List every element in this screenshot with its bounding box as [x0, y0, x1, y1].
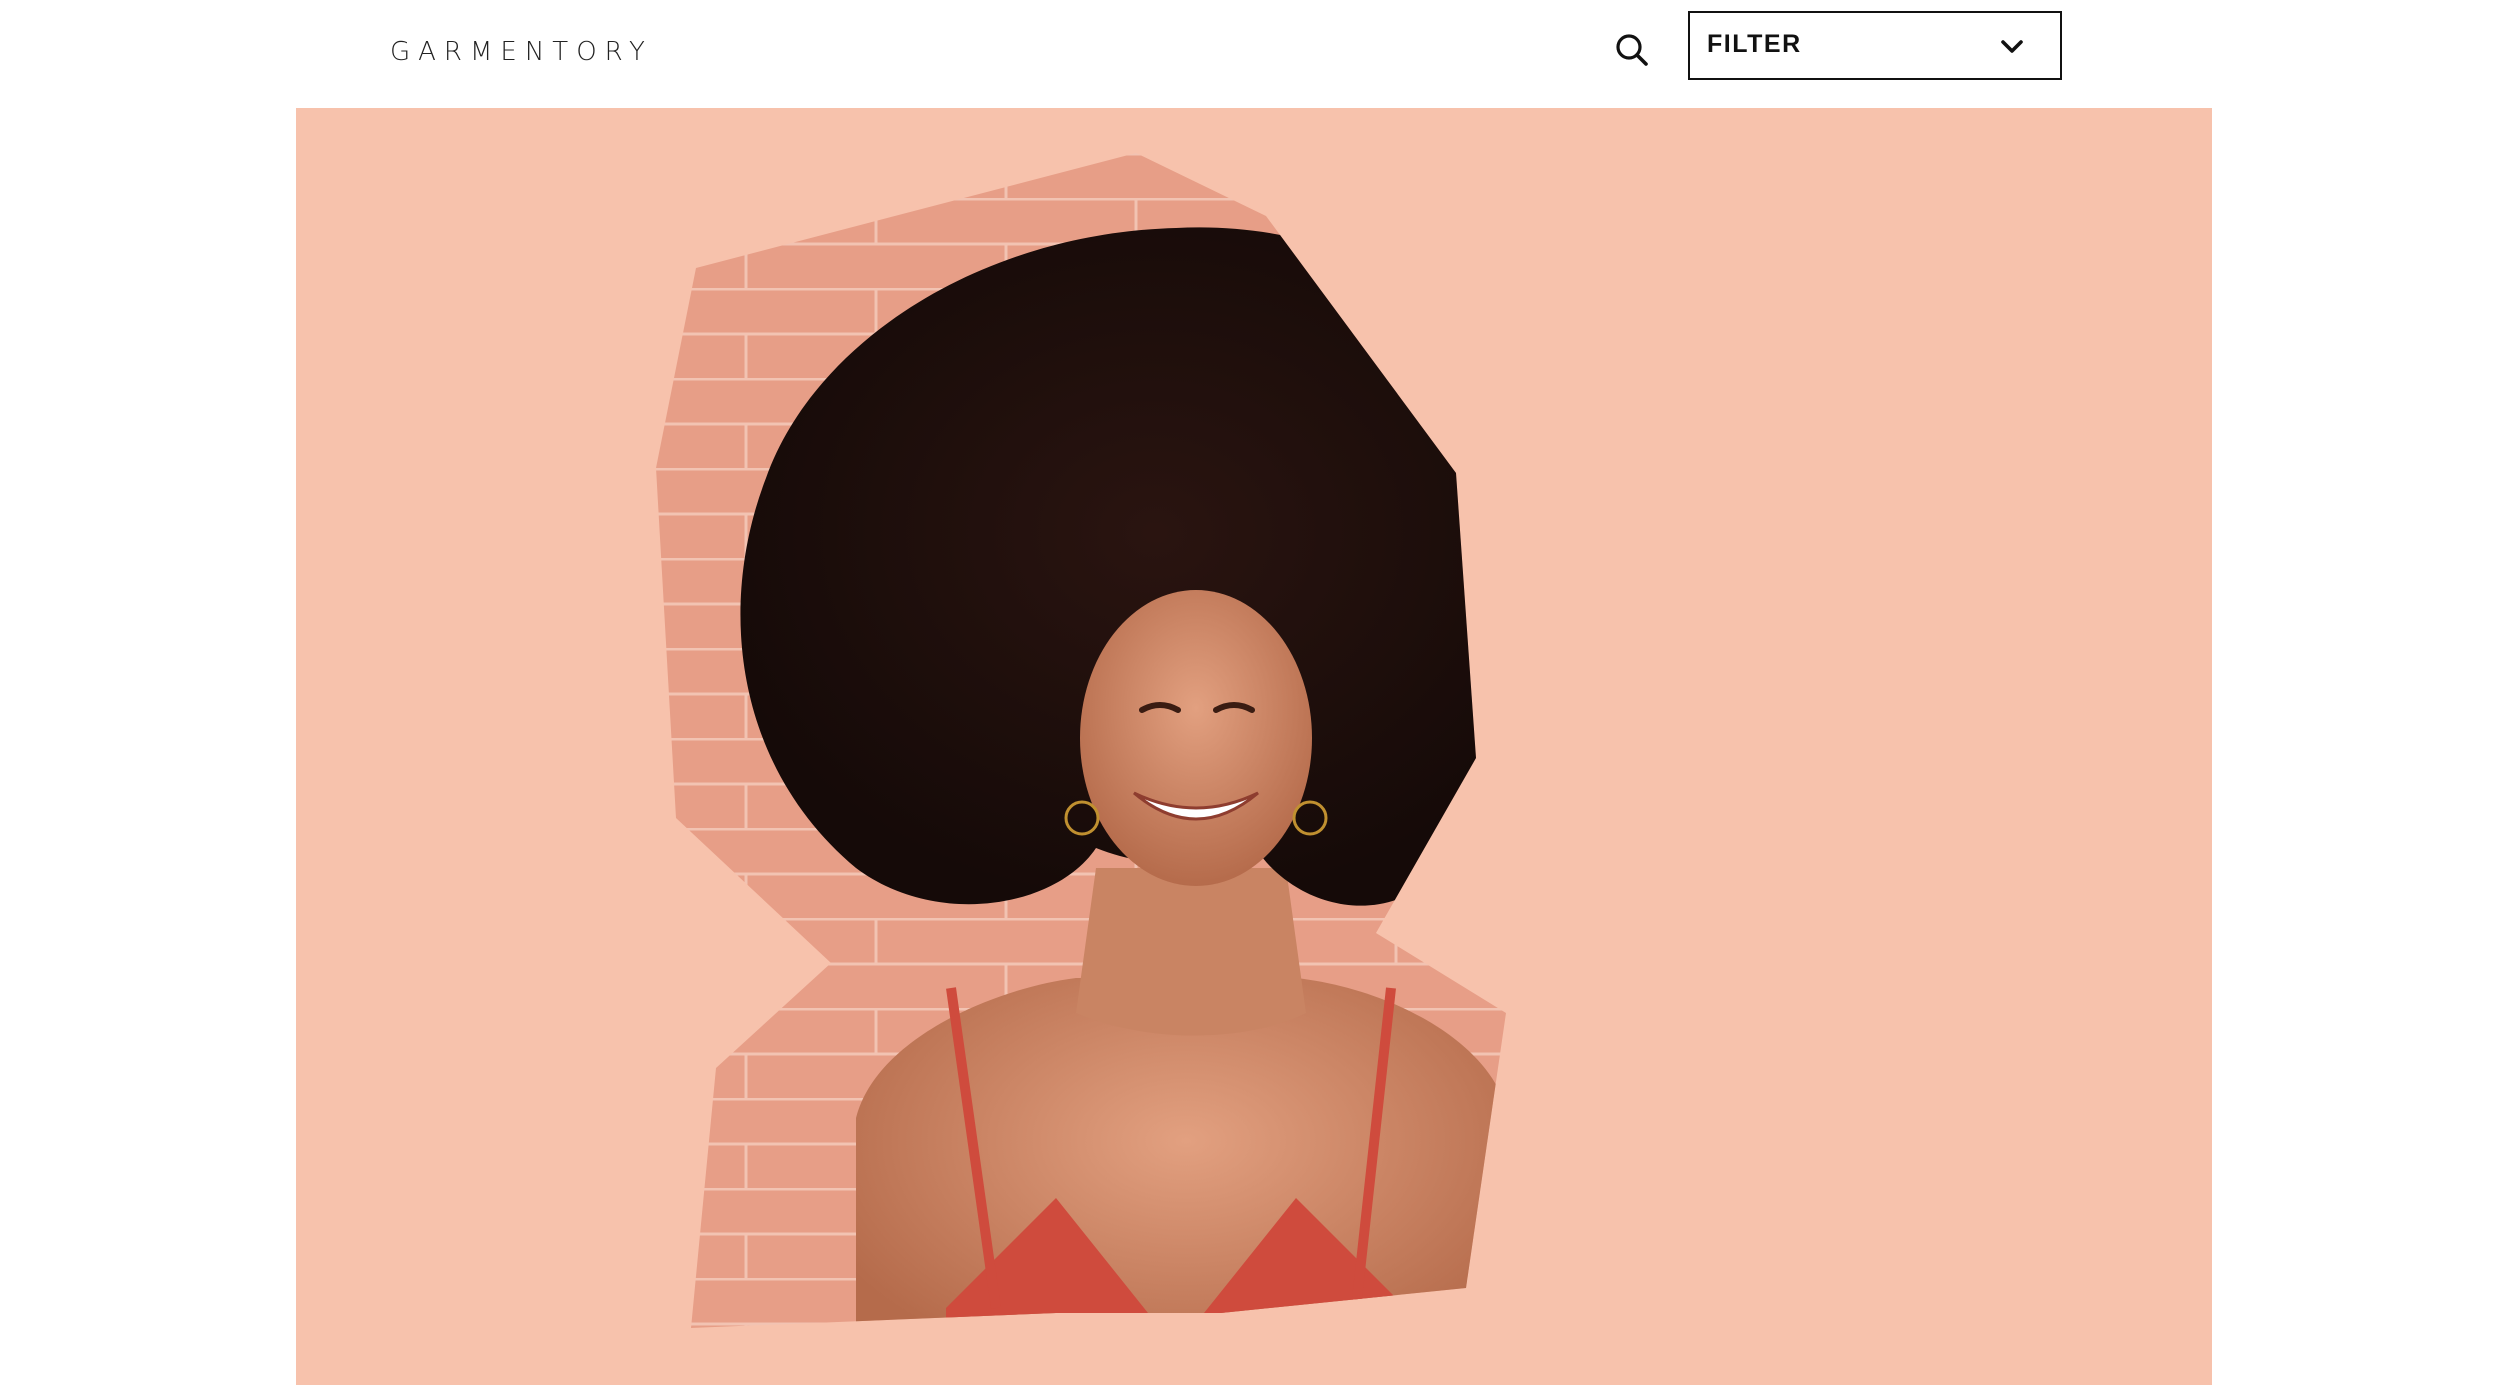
search-icon [1616, 34, 1648, 66]
search-button[interactable] [1610, 28, 1654, 72]
brand-logo[interactable]: GARMENTORY [390, 37, 653, 67]
site-header: GARMENTORY FILTER [0, 0, 2500, 108]
filter-label: FILTER [1707, 30, 1802, 58]
hero-banner [296, 108, 2212, 1385]
hero-image [656, 153, 1506, 1328]
chevron-down-icon [2001, 40, 2023, 53]
filter-dropdown[interactable]: FILTER [1688, 11, 2062, 80]
